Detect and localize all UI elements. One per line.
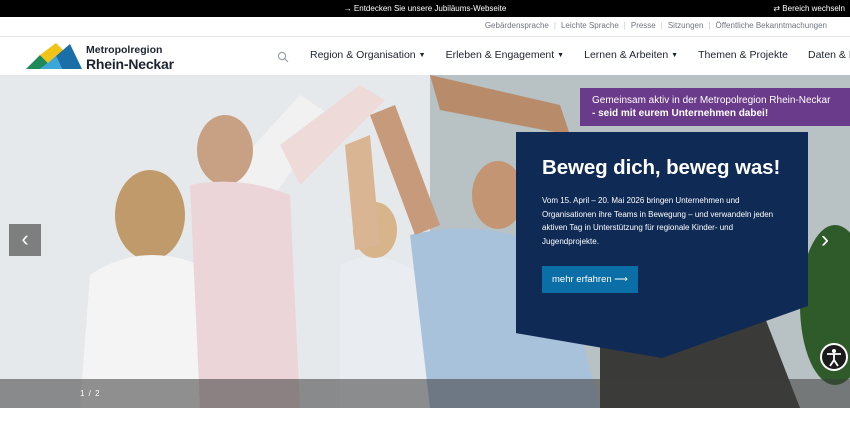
- meta-navigation: Gebärdensprache | Leichte Sprache | Presse…: [480, 21, 832, 30]
- search-icon[interactable]: [277, 50, 289, 63]
- logo-line-1: Metropolregion: [86, 44, 163, 56]
- meta-link-easy-language[interactable]: Leichte Sprache: [556, 21, 624, 30]
- slider-control-strip: 1 / 2: [0, 379, 850, 408]
- accessibility-icon[interactable]: [820, 343, 848, 371]
- hero-slider: Gemeinsam aktiv in der Metropolregion Rh…: [0, 75, 850, 408]
- site-logo[interactable]: Metropolregion Rhein-Neckar: [26, 41, 186, 73]
- hero-text: Vom 15. April – 20. Mai 2026 bringen Unt…: [542, 196, 774, 246]
- caret-down-icon: ▼: [557, 52, 565, 59]
- header-divider: [0, 36, 850, 37]
- logo-line-2: Rhein-Neckar: [86, 56, 174, 72]
- nav-region-organisation[interactable]: Region & Organisation ▼: [310, 49, 426, 61]
- nav-lernen-arbeiten[interactable]: Lernen & Arbeiten ▼: [584, 49, 678, 61]
- meta-link-press[interactable]: Presse: [626, 21, 661, 30]
- top-announcement-bar: → Entdecken Sie unsere Jubiläums-Webseit…: [0, 0, 850, 17]
- chevron-left-icon[interactable]: ‹: [9, 224, 41, 256]
- logo-mark-icon: [26, 43, 82, 69]
- hero-headline: Beweg dich, beweg was!: [542, 156, 781, 179]
- promo-banner: Gemeinsam aktiv in der Metropolregion Rh…: [580, 88, 850, 126]
- nav-daten-fakten[interactable]: Daten & Fakten▼: [808, 49, 850, 61]
- main-navigation: Region & Organisation ▼ Erleben & Engagem…: [310, 49, 850, 61]
- meta-link-announcements[interactable]: Öffentliche Bekanntmachungen: [711, 21, 832, 30]
- nav-erleben-engagement[interactable]: Erleben & Engagement ▼: [446, 49, 565, 61]
- chevron-right-icon[interactable]: ›: [815, 227, 835, 255]
- jubilee-link[interactable]: → Entdecken Sie unsere Jubiläums-Webseit…: [344, 4, 507, 13]
- meta-link-sign-language[interactable]: Gebärdensprache: [480, 21, 554, 30]
- caret-down-icon: ▼: [418, 52, 426, 59]
- more-info-button[interactable]: mehr erfahren ⟶: [542, 266, 638, 293]
- slide-counter: 1 / 2: [80, 389, 101, 398]
- meta-link-sessions[interactable]: Sitzungen: [663, 21, 709, 30]
- switch-area-link[interactable]: ⇄ Bereich wechseln: [773, 4, 845, 13]
- caret-down-icon: ▼: [671, 52, 679, 59]
- nav-themen-projekte[interactable]: Themen & Projekte: [698, 49, 788, 61]
